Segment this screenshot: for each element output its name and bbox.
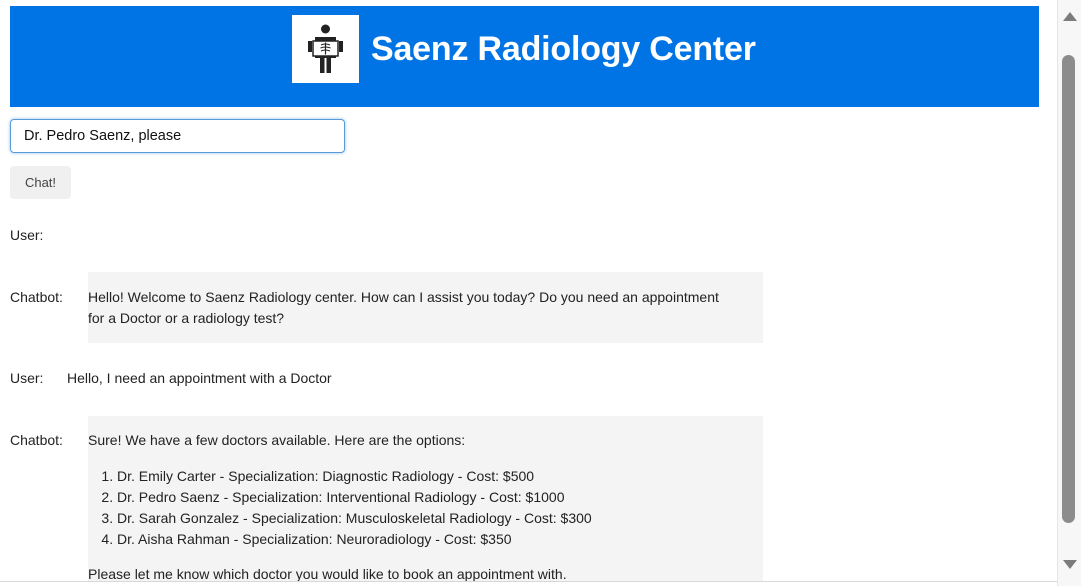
chat-button[interactable]: Chat! — [10, 166, 71, 199]
page-bottom-edge — [0, 581, 1057, 586]
speaker-label-user: User: — [10, 370, 44, 386]
list-item: Dr. Pedro Saenz - Specialization: Interv… — [117, 487, 592, 508]
doctor-options-list: Dr. Emily Carter - Specialization: Diagn… — [88, 466, 592, 550]
speaker-label-chatbot: Chatbot: — [10, 432, 63, 448]
speaker-label-chatbot: Chatbot: — [10, 289, 63, 305]
list-item: Dr. Aisha Rahman - Specialization: Neuro… — [117, 529, 592, 550]
message-line: Sure! We have a few doctors available. H… — [88, 432, 466, 448]
message-line: Hello! Welcome to Saenz Radiology center… — [88, 289, 719, 305]
xray-person-icon — [292, 15, 359, 83]
page-title: Saenz Radiology Center — [371, 30, 756, 68]
vertical-scrollbar[interactable] — [1057, 0, 1081, 586]
chatbot-message-bubble: Hello! Welcome to Saenz Radiology center… — [88, 272, 763, 343]
speaker-label-user: User: — [10, 227, 44, 243]
message-line: for a Doctor or a radiology test? — [88, 310, 285, 326]
list-item: Dr. Sarah Gonzalez - Specialization: Mus… — [117, 508, 592, 529]
header-banner: Saenz Radiology Center — [10, 6, 1039, 107]
chat-page: Saenz Radiology Center Chat! User: Chatb… — [0, 0, 1057, 586]
chat-input[interactable] — [10, 119, 345, 153]
xray-person-icon-svg — [308, 24, 343, 73]
scrollbar-thumb[interactable] — [1062, 55, 1075, 523]
list-item: Dr. Emily Carter - Specialization: Diagn… — [117, 466, 592, 487]
scroll-up-arrow-icon[interactable] — [1063, 12, 1077, 21]
scroll-down-arrow-icon[interactable] — [1063, 560, 1077, 569]
user-message-text: Hello, I need an appointment with a Doct… — [67, 370, 332, 386]
